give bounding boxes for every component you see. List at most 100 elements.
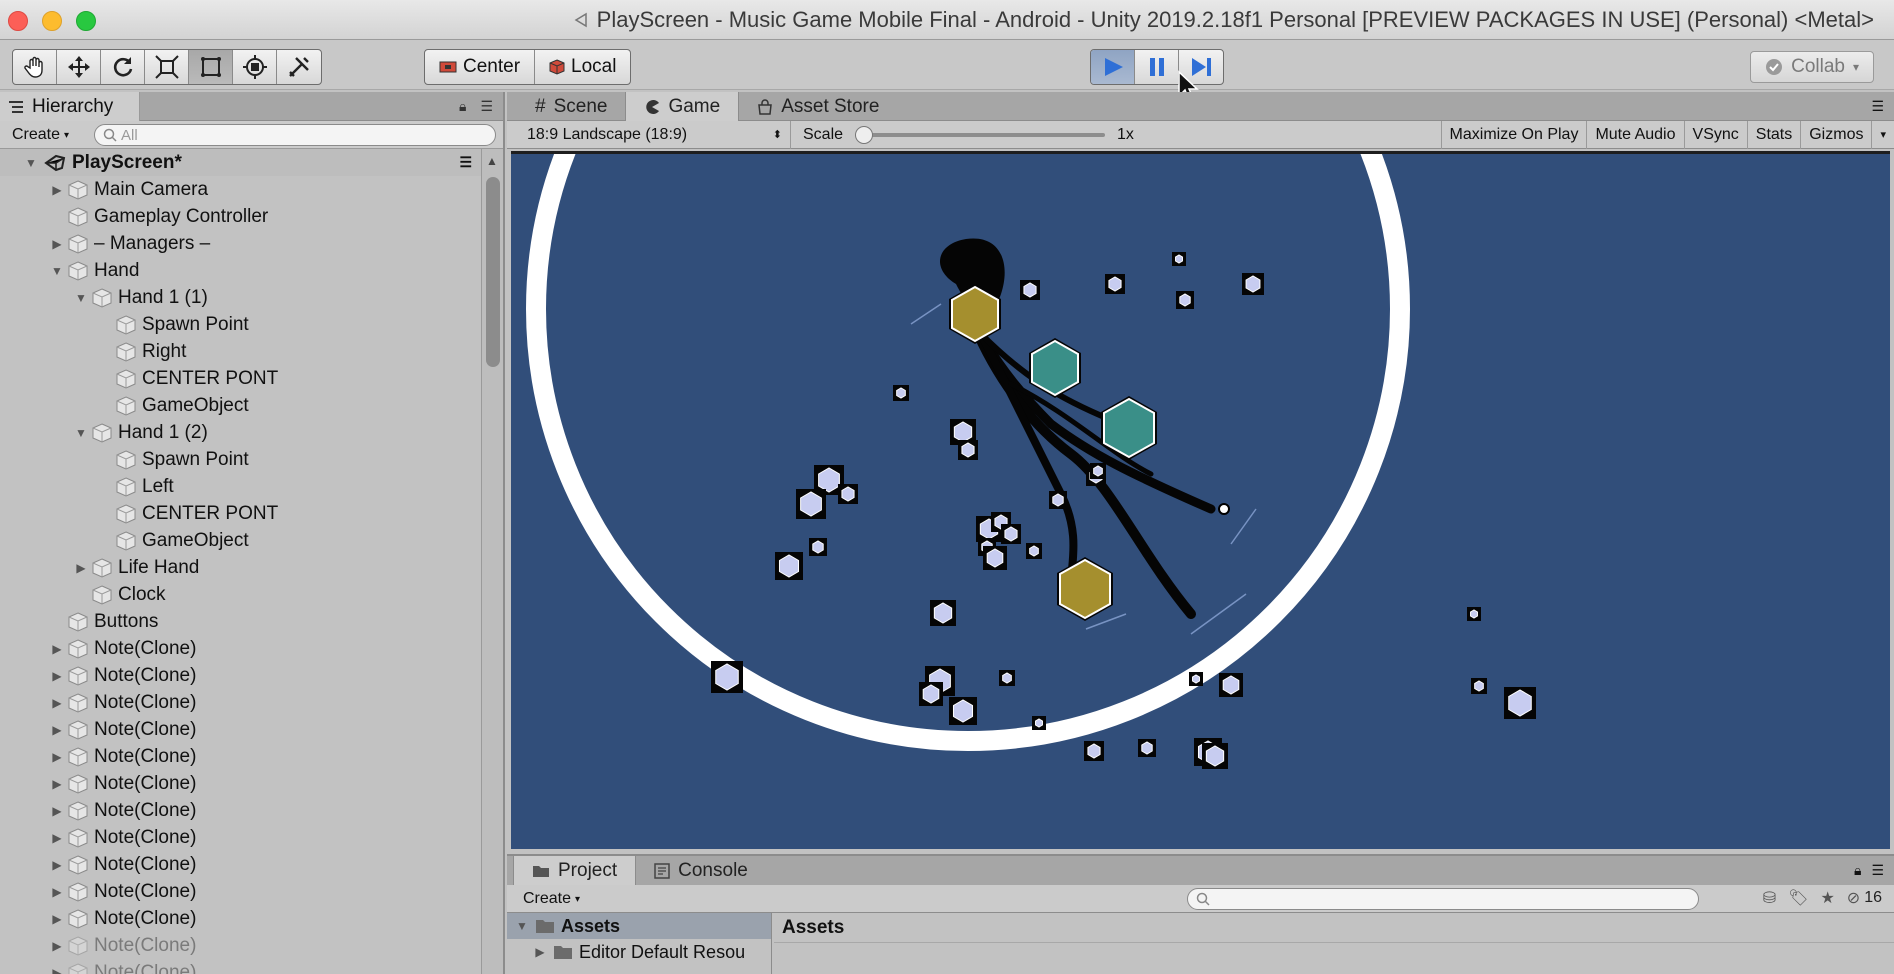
mute-audio-toggle[interactable]: Mute Audio xyxy=(1586,120,1683,149)
stats-toggle[interactable]: Stats xyxy=(1746,120,1800,149)
expand-right-icon[interactable]: ▶ xyxy=(50,912,64,926)
hierarchy-item[interactable]: ▶ Note(Clone) xyxy=(0,770,482,797)
expand-right-icon[interactable]: ▶ xyxy=(74,561,88,575)
tab-hierarchy[interactable]: Hierarchy xyxy=(0,92,140,121)
scale-slider-handle[interactable] xyxy=(855,125,874,144)
folder-row-assets[interactable]: ▼ Assets xyxy=(507,913,771,939)
expand-right-icon[interactable]: ▶ xyxy=(50,669,64,683)
expand-down-icon[interactable]: ▼ xyxy=(24,156,38,170)
hand-tool-button[interactable] xyxy=(13,50,57,84)
expand-right-icon[interactable]: ▶ xyxy=(50,885,64,899)
hierarchy-item[interactable]: ▶ Note(Clone) xyxy=(0,635,482,662)
scroll-up-icon[interactable]: ▲ xyxy=(486,154,498,168)
hierarchy-item[interactable]: ▶ Note(Clone) xyxy=(0,851,482,878)
hierarchy-item[interactable]: Left xyxy=(0,473,482,500)
hierarchy-create-dropdown[interactable]: Create ▾ xyxy=(6,124,75,146)
tab-asset-store[interactable]: Asset Store xyxy=(739,92,897,121)
expand-down-icon[interactable]: ▼ xyxy=(50,264,64,278)
expand-right-icon[interactable]: ▶ xyxy=(50,750,64,764)
window-maximize-button[interactable] xyxy=(76,11,96,31)
vsync-toggle[interactable]: VSync xyxy=(1683,120,1747,149)
custom-tool-button[interactable] xyxy=(277,50,321,84)
hierarchy-item[interactable]: ▶ Note(Clone) xyxy=(0,824,482,851)
hierarchy-item[interactable]: Buttons xyxy=(0,608,482,635)
hierarchy-item[interactable]: ▶ Note(Clone) xyxy=(0,716,482,743)
gizmos-toggle[interactable]: Gizmos xyxy=(1800,120,1871,149)
hierarchy-item[interactable]: ▶ Note(Clone) xyxy=(0,689,482,716)
expand-right-icon[interactable]: ▶ xyxy=(50,939,64,953)
pivot-local-toggle[interactable]: Local xyxy=(535,50,630,84)
hierarchy-item[interactable]: Gameplay Controller xyxy=(0,203,482,230)
collab-dropdown[interactable]: Collab ▾ xyxy=(1750,51,1874,83)
pause-button[interactable] xyxy=(1135,50,1179,84)
menu-icon[interactable]: ☰ xyxy=(459,154,472,171)
hierarchy-item[interactable]: ▶ Main Camera xyxy=(0,176,482,203)
pivot-center-toggle[interactable]: Center xyxy=(425,50,536,84)
rect-tool-button[interactable] xyxy=(189,50,233,84)
lock-icon[interactable]: 🔒︎ xyxy=(459,98,466,115)
lock-icon[interactable]: 🔒︎ xyxy=(1854,862,1861,879)
move-tool-button[interactable] xyxy=(57,50,101,84)
expand-right-icon[interactable]: ▶ xyxy=(50,642,64,656)
project-search-input[interactable] xyxy=(1187,888,1699,910)
expand-right-icon[interactable]: ▶ xyxy=(50,858,64,872)
expand-right-icon[interactable]: ▶ xyxy=(50,696,64,710)
hierarchy-item[interactable]: ▶ Note(Clone) xyxy=(0,932,482,959)
hierarchy-item[interactable]: Spawn Point xyxy=(0,311,482,338)
tab-console[interactable]: Console xyxy=(636,856,766,885)
hierarchy-item[interactable]: ▶ Note(Clone) xyxy=(0,662,482,689)
expand-right-icon[interactable]: ▶ xyxy=(50,723,64,737)
expand-right-icon[interactable]: ▶ xyxy=(50,966,64,974)
expand-right-icon[interactable]: ▶ xyxy=(50,804,64,818)
menu-icon[interactable]: ☰ xyxy=(1871,98,1884,115)
menu-icon[interactable]: ☰ xyxy=(480,98,493,115)
hierarchy-item[interactable]: CENTER PONT xyxy=(0,500,482,527)
hierarchy-item[interactable]: Clock xyxy=(0,581,482,608)
hierarchy-item[interactable]: ▶ Note(Clone) xyxy=(0,878,482,905)
scene-root-row[interactable]: ▼ PlayScreen* ☰ xyxy=(0,149,482,176)
favorite-star-icon[interactable]: ★ xyxy=(1820,888,1834,908)
hierarchy-item[interactable]: CENTER PONT xyxy=(0,365,482,392)
transform-tool-button[interactable] xyxy=(233,50,277,84)
hierarchy-item[interactable]: ▼ Hand 1 (2) xyxy=(0,419,482,446)
menu-icon[interactable]: ☰ xyxy=(1871,862,1884,879)
maximize-on-play-toggle[interactable]: Maximize On Play xyxy=(1440,120,1587,149)
hierarchy-item[interactable]: ▼ Hand 1 (1) xyxy=(0,284,482,311)
gizmos-dropdown[interactable]: ▾ xyxy=(1871,120,1894,149)
window-minimize-button[interactable] xyxy=(42,11,62,31)
scroll-thumb[interactable] xyxy=(486,177,500,367)
expand-right-icon[interactable]: ▶ xyxy=(50,777,64,791)
expand-down-icon[interactable]: ▼ xyxy=(74,426,88,440)
hierarchy-search-input[interactable]: All xyxy=(94,124,496,146)
hierarchy-item[interactable]: ▶ Note(Clone) xyxy=(0,959,482,974)
hierarchy-item[interactable]: ▶ Note(Clone) xyxy=(0,743,482,770)
expand-right-icon[interactable]: ▶ xyxy=(50,183,64,197)
expand-right-icon[interactable]: ▶ xyxy=(533,945,547,959)
tab-project[interactable]: Project xyxy=(513,856,637,885)
hierarchy-item[interactable]: GameObject xyxy=(0,527,482,554)
hierarchy-item[interactable]: ▼ Hand xyxy=(0,257,482,284)
project-create-dropdown[interactable]: Create ▾ xyxy=(517,888,586,910)
hierarchy-scrollbar[interactable]: ▲ xyxy=(481,149,503,974)
hidden-packages-icon[interactable]: ⊘ 16 xyxy=(1847,888,1882,908)
window-close-button[interactable] xyxy=(8,11,28,31)
expand-down-icon[interactable]: ▼ xyxy=(515,919,529,933)
play-button[interactable] xyxy=(1091,50,1135,84)
hierarchy-item[interactable]: ▶ Note(Clone) xyxy=(0,905,482,932)
resolution-dropdown[interactable]: 18:9 Landscape (18:9) ⬍ xyxy=(507,120,791,149)
rotate-tool-button[interactable] xyxy=(101,50,145,84)
tab-scene[interactable]: # Scene xyxy=(517,92,625,121)
scale-tool-button[interactable] xyxy=(145,50,189,84)
filter-by-label-icon[interactable]: 🏷︎ xyxy=(1788,888,1808,908)
hierarchy-item[interactable]: GameObject xyxy=(0,392,482,419)
hierarchy-item[interactable]: ▶ Life Hand xyxy=(0,554,482,581)
expand-right-icon[interactable]: ▶ xyxy=(50,831,64,845)
hierarchy-item[interactable]: ▶ – Managers – xyxy=(0,230,482,257)
expand-right-icon[interactable]: ▶ xyxy=(50,237,64,251)
scale-slider[interactable] xyxy=(855,125,1106,144)
hierarchy-item[interactable]: Spawn Point xyxy=(0,446,482,473)
game-view-canvas[interactable] xyxy=(511,151,1890,849)
tab-game[interactable]: Game xyxy=(625,92,740,121)
hierarchy-item[interactable]: Right xyxy=(0,338,482,365)
filter-by-type-icon[interactable]: ⛁ xyxy=(1763,888,1776,908)
